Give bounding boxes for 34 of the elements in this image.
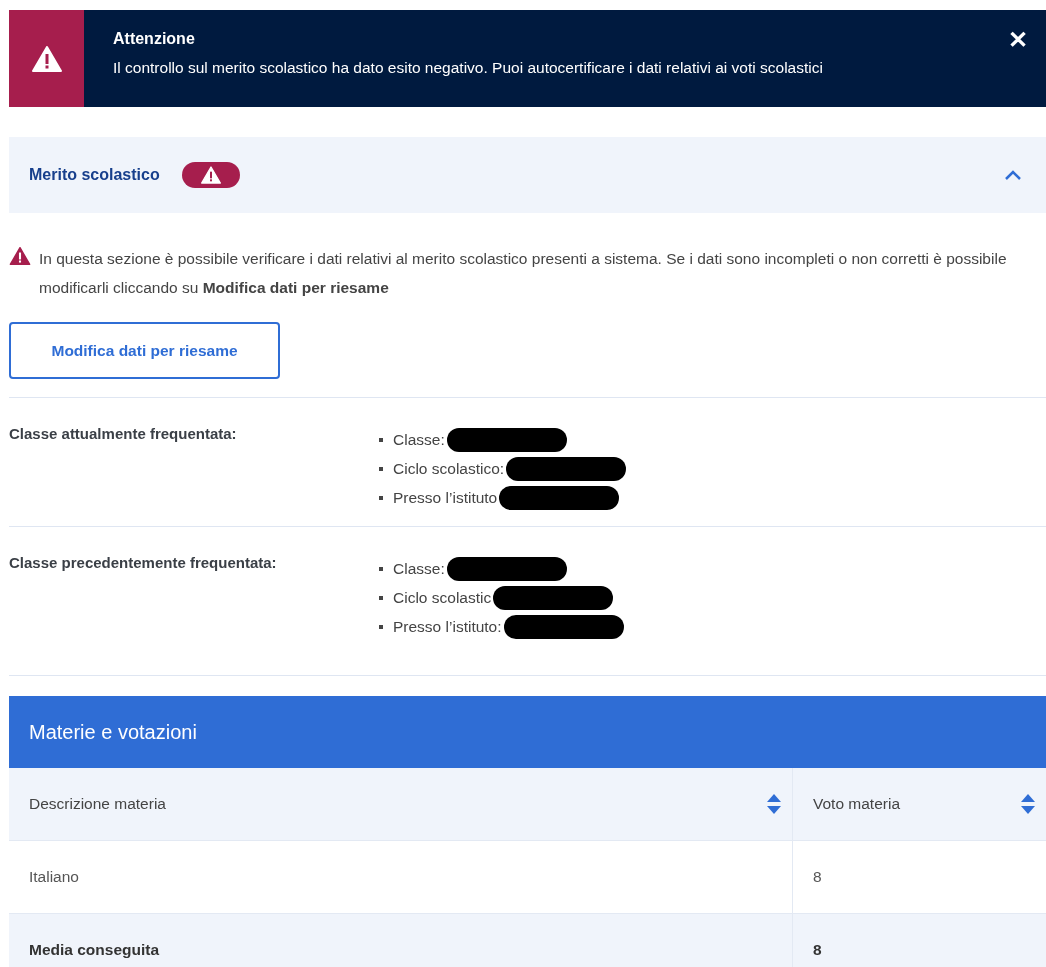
alert-message: Il controllo sul merito scolastico ha dato esito negativo. Puoi autocertificare i dati relativi ai voti scolastici <box>113 59 824 77</box>
warning-icon <box>9 247 31 265</box>
warning-badge <box>181 162 240 188</box>
table-cell: Italiano <box>9 841 793 913</box>
table-title: Materie e votazioni <box>9 696 1046 768</box>
chevron-up-icon <box>1004 169 1022 181</box>
detail-label: Classe: <box>393 430 445 449</box>
bullet-icon <box>379 566 383 571</box>
detail-label: Presso l’istituto <box>393 488 498 507</box>
column-header[interactable]: Descrizione materia <box>9 768 793 840</box>
alert-title: Attenzione <box>113 30 196 48</box>
bullet-icon <box>379 595 383 600</box>
info-text: In questa sezione è possibile verificare i dati relativi al merito scolastico presenti a sistema. Se i dati sono incompleti o non corretti è possibile modificarli cliccando su Modifica dati per riesame <box>39 249 1008 298</box>
detail-label: Presso l’istituto: <box>393 617 502 636</box>
bullet-icon <box>379 495 383 500</box>
bullet-icon <box>379 624 383 629</box>
table-cell-text: 8 <box>812 940 823 960</box>
accordion-header[interactable]: Merito scolastico <box>9 137 1046 213</box>
sort-icon <box>1020 793 1036 815</box>
warning-icon <box>31 45 62 72</box>
close-button[interactable]: ✕ <box>1008 26 1028 54</box>
detail-label: Ciclo scolastico: <box>393 459 505 478</box>
bullet-icon <box>379 466 383 471</box>
sort-icon <box>766 793 782 815</box>
detail-label: Ciclo scolastic <box>393 588 492 607</box>
edit-button[interactable]: Modifica dati per riesame <box>9 322 280 379</box>
table-cell: Media conseguita <box>9 914 793 967</box>
detail-label: Classe: <box>393 559 445 578</box>
accordion-title: Merito scolastico <box>29 166 160 184</box>
section-label: Classe precedentemente frequentata: <box>9 554 278 573</box>
section-label: Classe attualmente frequentata: <box>9 425 238 444</box>
bullet-icon <box>379 437 383 442</box>
table-cell-text: 8 <box>812 867 823 887</box>
column-header[interactable]: Voto materia <box>793 768 1046 840</box>
